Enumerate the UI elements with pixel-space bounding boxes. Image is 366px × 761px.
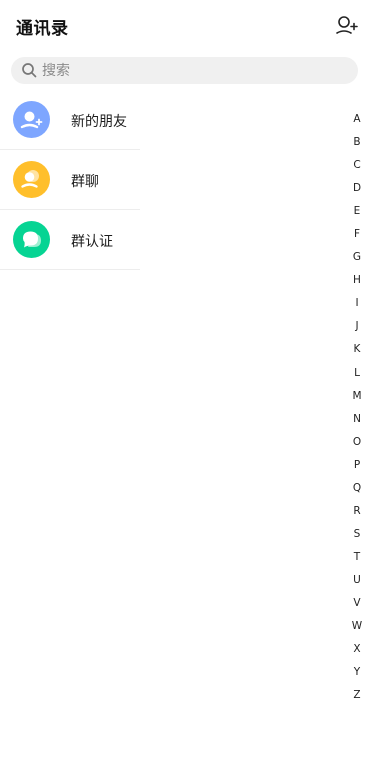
search-bar[interactable] — [11, 57, 358, 84]
search-icon — [21, 62, 37, 78]
index-letter[interactable]: V — [348, 592, 366, 615]
index-letter[interactable]: X — [348, 638, 366, 661]
group-chat-icon — [13, 161, 50, 198]
group-verify-row[interactable]: 群认证 — [0, 210, 140, 270]
index-letter[interactable]: M — [348, 385, 366, 408]
new-friend-icon — [13, 101, 50, 138]
header: 通讯录 — [0, 0, 366, 52]
alphabet-index: A B C D E F G H I J K L M N O P Q R S T … — [348, 108, 366, 707]
index-letter[interactable]: Z — [348, 684, 366, 707]
index-letter[interactable]: J — [348, 315, 366, 338]
add-person-icon[interactable] — [334, 13, 358, 37]
index-letter[interactable]: K — [348, 338, 366, 361]
index-letter[interactable]: B — [348, 131, 366, 154]
index-letter[interactable]: R — [348, 500, 366, 523]
index-letter[interactable]: I — [348, 292, 366, 315]
index-letter[interactable]: Y — [348, 661, 366, 684]
group-verify-icon — [13, 221, 50, 258]
page-title: 通讯录 — [16, 19, 69, 39]
index-letter[interactable]: H — [348, 269, 366, 292]
index-letter[interactable]: S — [348, 523, 366, 546]
index-letter[interactable]: U — [348, 569, 366, 592]
index-letter[interactable]: F — [348, 223, 366, 246]
index-letter[interactable]: E — [348, 200, 366, 223]
group-verify-label: 群认证 — [71, 234, 113, 250]
index-letter[interactable]: A — [348, 108, 366, 131]
index-letter[interactable]: T — [348, 546, 366, 569]
index-letter[interactable]: D — [348, 177, 366, 200]
index-letter[interactable]: L — [348, 362, 366, 385]
index-letter[interactable]: P — [348, 454, 366, 477]
new-friends-row[interactable]: 新的朋友 — [0, 90, 140, 150]
index-letter[interactable]: G — [348, 246, 366, 269]
contact-entry-list: 新的朋友 群聊 群认证 — [0, 90, 140, 270]
index-letter[interactable]: C — [348, 154, 366, 177]
group-chat-label: 群聊 — [71, 174, 99, 190]
index-letter[interactable]: N — [348, 408, 366, 431]
group-chat-row[interactable]: 群聊 — [0, 150, 140, 210]
index-letter[interactable]: Q — [348, 477, 366, 500]
index-letter[interactable]: W — [348, 615, 366, 638]
index-letter[interactable]: O — [348, 431, 366, 454]
search-input[interactable] — [42, 61, 342, 80]
contacts-page: 通讯录 搜索 新的朋友 群聊 群认证 A B C D E F G H I J K… — [0, 0, 366, 761]
new-friends-label: 新的朋友 — [71, 114, 127, 130]
